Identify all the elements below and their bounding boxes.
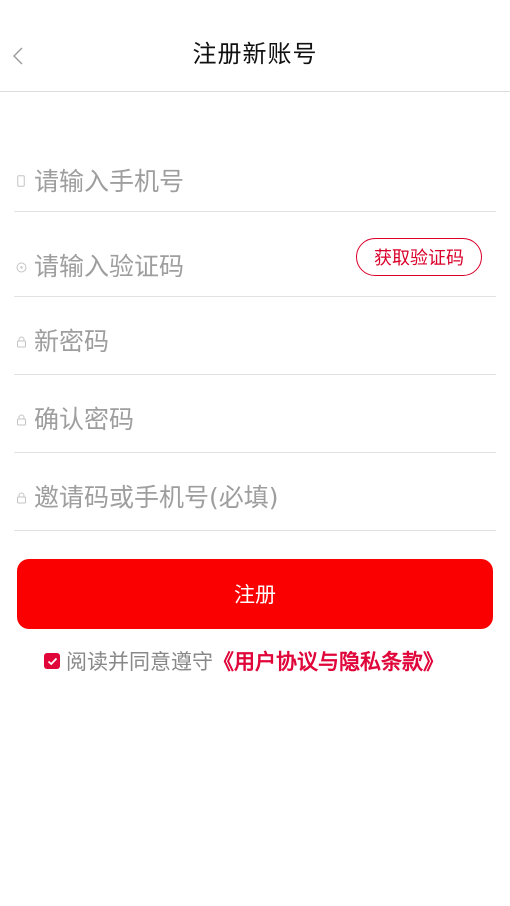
shield-icon — [14, 260, 28, 274]
phone-input[interactable] — [34, 161, 354, 201]
agreement-link[interactable]: 《用户协议与隐私条款》 — [213, 646, 444, 676]
register-page: 注册新账号 获取验证码 — [0, 0, 510, 906]
page-title: 注册新账号 — [192, 40, 318, 68]
phone-icon — [14, 174, 28, 188]
invite-input[interactable] — [34, 477, 474, 517]
phone-field — [14, 150, 496, 212]
lock-icon — [14, 413, 28, 427]
invite-field — [14, 453, 496, 531]
agree-checkbox[interactable] — [44, 653, 60, 669]
header-bar: 注册新账号 — [0, 0, 510, 92]
register-form: 获取验证码 — [14, 150, 496, 531]
password-field — [14, 297, 496, 375]
code-field: 获取验证码 — [14, 212, 496, 297]
register-button[interactable]: 注册 — [17, 559, 493, 629]
lock-icon — [14, 335, 28, 349]
confirm-password-input[interactable] — [34, 399, 354, 439]
get-code-button[interactable]: 获取验证码 — [356, 238, 482, 276]
lock-icon — [14, 491, 28, 505]
check-icon — [47, 657, 57, 665]
password-input[interactable] — [34, 321, 354, 361]
confirm-password-field — [14, 375, 496, 453]
agreement-row: 阅读并同意遵守 《用户协议与隐私条款》 — [44, 646, 444, 676]
code-input[interactable] — [34, 246, 354, 286]
agreement-text: 阅读并同意遵守 — [66, 650, 213, 674]
